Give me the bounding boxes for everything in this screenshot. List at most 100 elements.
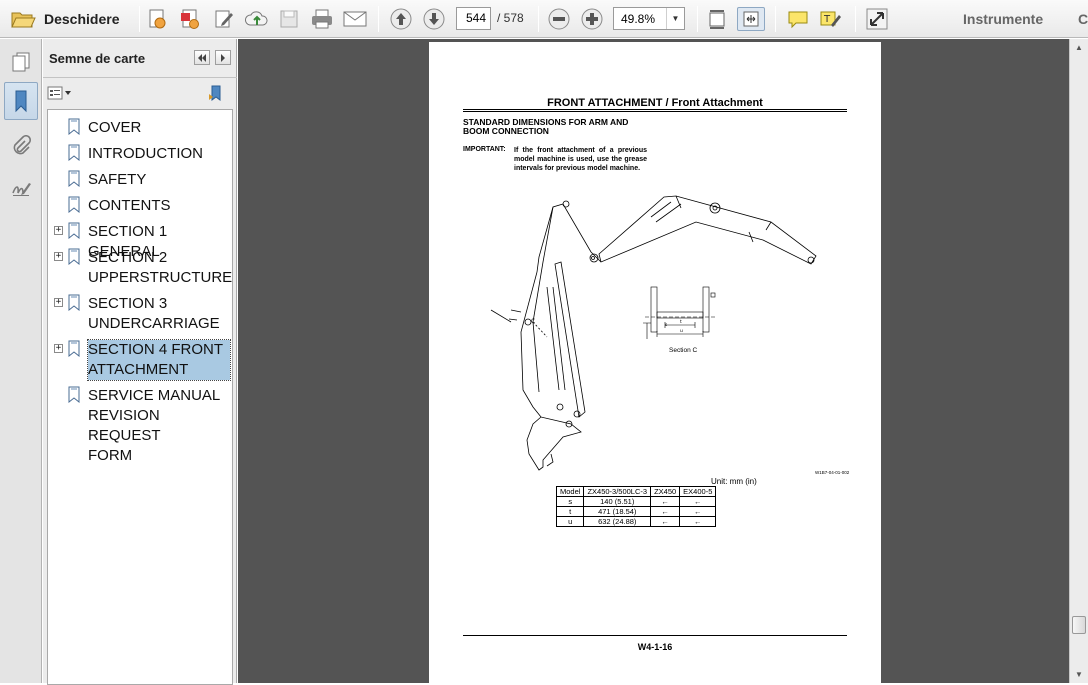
- create-pdf-icon[interactable]: [145, 7, 169, 31]
- fullscreen-icon[interactable]: [864, 7, 890, 31]
- bookmark-icon: [68, 294, 80, 316]
- footer-rule: [463, 635, 847, 636]
- bookmark-item[interactable]: + SECTION 3 UNDERCARRIAGE: [48, 292, 232, 336]
- next-page-icon[interactable]: [421, 7, 447, 31]
- bookmark-item[interactable]: CONTENTS: [48, 194, 232, 218]
- tools-button[interactable]: Instrumente: [963, 11, 1043, 27]
- comment-icon[interactable]: [785, 7, 811, 31]
- zoom-out-icon[interactable]: [546, 7, 572, 31]
- dimensions-table: Model ZX450-3/500LC-3 ZX450 EX400-5 s 14…: [555, 486, 717, 527]
- table-cell: ←: [650, 516, 681, 527]
- panel-title: Semne de carte: [49, 51, 146, 66]
- document-view[interactable]: FRONT ATTACHMENT / Front Attachment STAN…: [238, 39, 1069, 683]
- bookmark-label-line: FORM: [88, 447, 133, 464]
- callout-c: C: [531, 318, 535, 325]
- bookmark-label: CONTENTS: [88, 197, 171, 214]
- page-footer: W4-1-16: [637, 642, 673, 652]
- bookmark-label-line: UPPERSTRUCTURE: [88, 269, 233, 286]
- bookmark-label-line: SECTION 4 FRONT: [88, 341, 224, 358]
- print-icon[interactable]: [309, 7, 335, 31]
- expand-icon[interactable]: +: [54, 344, 63, 353]
- table-cell: t: [555, 506, 585, 517]
- fit-page-icon[interactable]: [705, 7, 729, 31]
- dimension-u-label: u: [680, 329, 683, 334]
- highlight-text-icon[interactable]: T: [817, 7, 843, 31]
- table-header-cell: ZX450-3/500LC-3: [583, 486, 652, 497]
- zoom-select[interactable]: 49.8% ▼: [613, 7, 685, 30]
- bookmark-label: COVER: [88, 119, 142, 136]
- bookmark-item[interactable]: COVER: [48, 116, 232, 140]
- table-header-row: Model ZX450-3/500LC-3 ZX450 EX400-5: [555, 486, 717, 497]
- vertical-scrollbar[interactable]: ▲ ▼: [1069, 39, 1088, 683]
- table-header-cell: Model: [555, 486, 585, 497]
- expand-icon[interactable]: +: [54, 298, 63, 307]
- expand-icon[interactable]: +: [54, 226, 63, 235]
- comment-pane-button[interactable]: C: [1078, 11, 1088, 27]
- attachments-icon[interactable]: [4, 127, 38, 165]
- expand-bookmark-icon[interactable]: [205, 83, 227, 103]
- bookmark-item[interactable]: + SECTION 2 UPPERSTRUCTURE: [48, 246, 232, 290]
- scroll-down-icon[interactable]: ▼: [1070, 666, 1088, 683]
- page-number-input[interactable]: 544: [456, 7, 491, 30]
- bookmarks-panel: Semne de carte COVER INTRODUCTION SAFETY: [43, 39, 237, 685]
- bookmark-item[interactable]: + SECTION 1 GENERAL: [48, 220, 232, 260]
- bookmark-item[interactable]: SAFETY: [48, 168, 232, 192]
- navigation-rail: [0, 39, 42, 683]
- table-header-cell: ZX450: [650, 486, 681, 497]
- options-menu-icon[interactable]: [47, 83, 73, 103]
- section-subheading: STANDARD DIMENSIONS FOR ARM AND BOOM CON…: [463, 117, 629, 136]
- bookmark-icon: [68, 170, 80, 192]
- dimension-t-label: t: [680, 319, 682, 325]
- bookmark-label: INTRODUCTION: [88, 145, 203, 162]
- section-caption: Section C: [669, 347, 698, 354]
- open-button[interactable]: Deschidere: [44, 11, 119, 27]
- scrollbar-thumb[interactable]: [1072, 616, 1086, 634]
- important-note: If the front attachment of a previous mo…: [514, 147, 647, 172]
- bookmark-label-line: REVISION REQUEST: [88, 407, 161, 444]
- signatures-icon[interactable]: [4, 169, 38, 207]
- table-row: s 140 (5.51) ← ←: [555, 496, 717, 507]
- expand-icon[interactable]: +: [54, 252, 63, 261]
- bookmark-label-line: SECTION 2: [88, 249, 168, 266]
- figure-code: W1B7-04-01-002: [815, 470, 850, 475]
- table-cell: s: [555, 496, 585, 507]
- open-folder-icon[interactable]: [8, 7, 38, 31]
- bookmark-item[interactable]: INTRODUCTION: [48, 142, 232, 166]
- save-icon[interactable]: [277, 7, 301, 31]
- table-cell: ←: [679, 506, 717, 517]
- front-attachment-drawing: C s t u: [490, 195, 817, 471]
- collapse-panel-icon[interactable]: [194, 50, 210, 65]
- table-row: u 632 (24.88) ← ←: [555, 516, 717, 527]
- important-label: IMPORTANT:: [463, 146, 506, 153]
- bookmark-label-line: UNDERCARRIAGE: [88, 315, 220, 332]
- table-cell: ←: [679, 496, 717, 507]
- cloud-upload-icon[interactable]: [244, 7, 270, 31]
- svg-text:T: T: [823, 14, 831, 25]
- bookmark-label: SECTION 4 FRONT ATTACHMENT: [87, 339, 231, 381]
- bookmark-label: SAFETY: [88, 171, 147, 188]
- table-cell: u: [555, 516, 585, 527]
- bookmark-tree: COVER INTRODUCTION SAFETY CONTENTS + SEC…: [47, 109, 233, 685]
- unit-note: Unit: mm (in): [711, 477, 757, 486]
- bookmarks-panel-header: Semne de carte: [43, 39, 237, 78]
- previous-page-icon[interactable]: [388, 7, 414, 31]
- dimension-s-label: s: [665, 323, 668, 328]
- bookmark-item[interactable]: SERVICE MANUAL REVISION REQUEST FORM: [48, 384, 232, 464]
- scroll-up-icon[interactable]: ▲: [1070, 39, 1088, 56]
- chevron-down-icon[interactable]: ▼: [666, 8, 684, 29]
- bookmark-item-selected[interactable]: + SECTION 4 FRONT ATTACHMENT: [48, 338, 232, 382]
- email-icon[interactable]: [342, 7, 368, 31]
- table-cell: 632 (24.88): [583, 516, 652, 527]
- bookmark-label-line: SECTION 3: [88, 295, 168, 312]
- next-panel-icon[interactable]: [215, 50, 231, 65]
- page-thumbnails-icon[interactable]: [4, 43, 38, 81]
- table-cell: ←: [650, 496, 681, 507]
- edit-pdf-icon[interactable]: [212, 7, 236, 31]
- bookmarks-panel-tools: [43, 79, 237, 107]
- table-cell: 471 (18.54): [583, 506, 652, 517]
- bookmark-icon: [68, 222, 80, 244]
- zoom-in-icon[interactable]: [579, 7, 605, 31]
- bookmarks-icon[interactable]: [4, 82, 38, 120]
- fit-width-icon[interactable]: [737, 7, 765, 31]
- export-pdf-icon[interactable]: [178, 7, 202, 31]
